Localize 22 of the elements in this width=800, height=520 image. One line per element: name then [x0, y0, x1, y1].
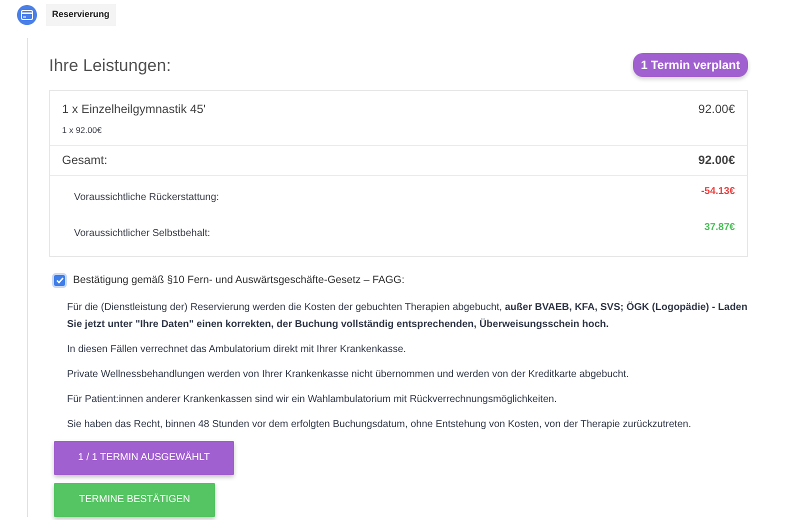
status-badge: 1 Termin verplant — [632, 53, 748, 78]
section-heading: Ihre Leistungen: — [49, 54, 171, 76]
total-value: 92.00€ — [698, 152, 735, 170]
estimate-value: -54.13€ — [701, 184, 735, 199]
paragraph: Sie haben das Recht, binnen 48 Stunden vor dem erfolgten Buchungsdatum, ohne Entstehung von Kosten, von der Therapie zurückzutreten. — [67, 418, 692, 432]
card-icon — [17, 4, 37, 25]
item-title: 1 x Einzelheilgymnastik 45' — [62, 101, 206, 118]
paragraph: Für die (Dienstleistung der) Reservierung werden die Kosten der gebuchten Therapien abgebucht, außer BVAEB, KFA, SVS; ÖGK (Logopädie) - Laden Sie jetzt unter "Ihre Daten" einen korrekten, der Buchung vollständig entsprechenden, Überweisungsschein hoch. — [67, 300, 748, 332]
paragraph: In diesen Fällen verrechnet das Ambulatorium direkt mit Ihrer Krankenkasse. — [67, 342, 408, 356]
action-button[interactable]: TERMINE BESTÄTIGEN — [54, 482, 216, 516]
estimate-label: Voraussichtlicher Selbstbehalt: — [73, 226, 210, 241]
item-price: 92.00€ — [698, 101, 735, 118]
estimate-value: 37.87€ — [704, 220, 735, 235]
paragraph: Für Patient:innen anderer Krankenkassen sind wir ein Wahlambulatorium mit Rückverrechnungsmöglichkeiten. — [67, 392, 558, 406]
checkbox-label: Bestätigung gemäß §10 Fern- und Auswärtsgeschäfte-Gesetz – FAGG: — [73, 272, 405, 288]
total-label: Gesamt: — [62, 152, 108, 170]
action-button[interactable]: 1 / 1 TERMIN AUSGEWÄHLT — [54, 440, 234, 474]
checkbox[interactable] — [54, 275, 65, 286]
step-label: Reservierung — [46, 4, 116, 26]
paragraph: Private Wellnessbehandlungen werden von Ihrer Krankenkasse nicht übernommen und werden von der Kreditkarte abgebucht. — [67, 368, 630, 382]
item-quantity: 1 x 92.00€ — [62, 124, 103, 137]
estimate-label: Voraussichtliche Rückerstattung: — [73, 190, 220, 205]
